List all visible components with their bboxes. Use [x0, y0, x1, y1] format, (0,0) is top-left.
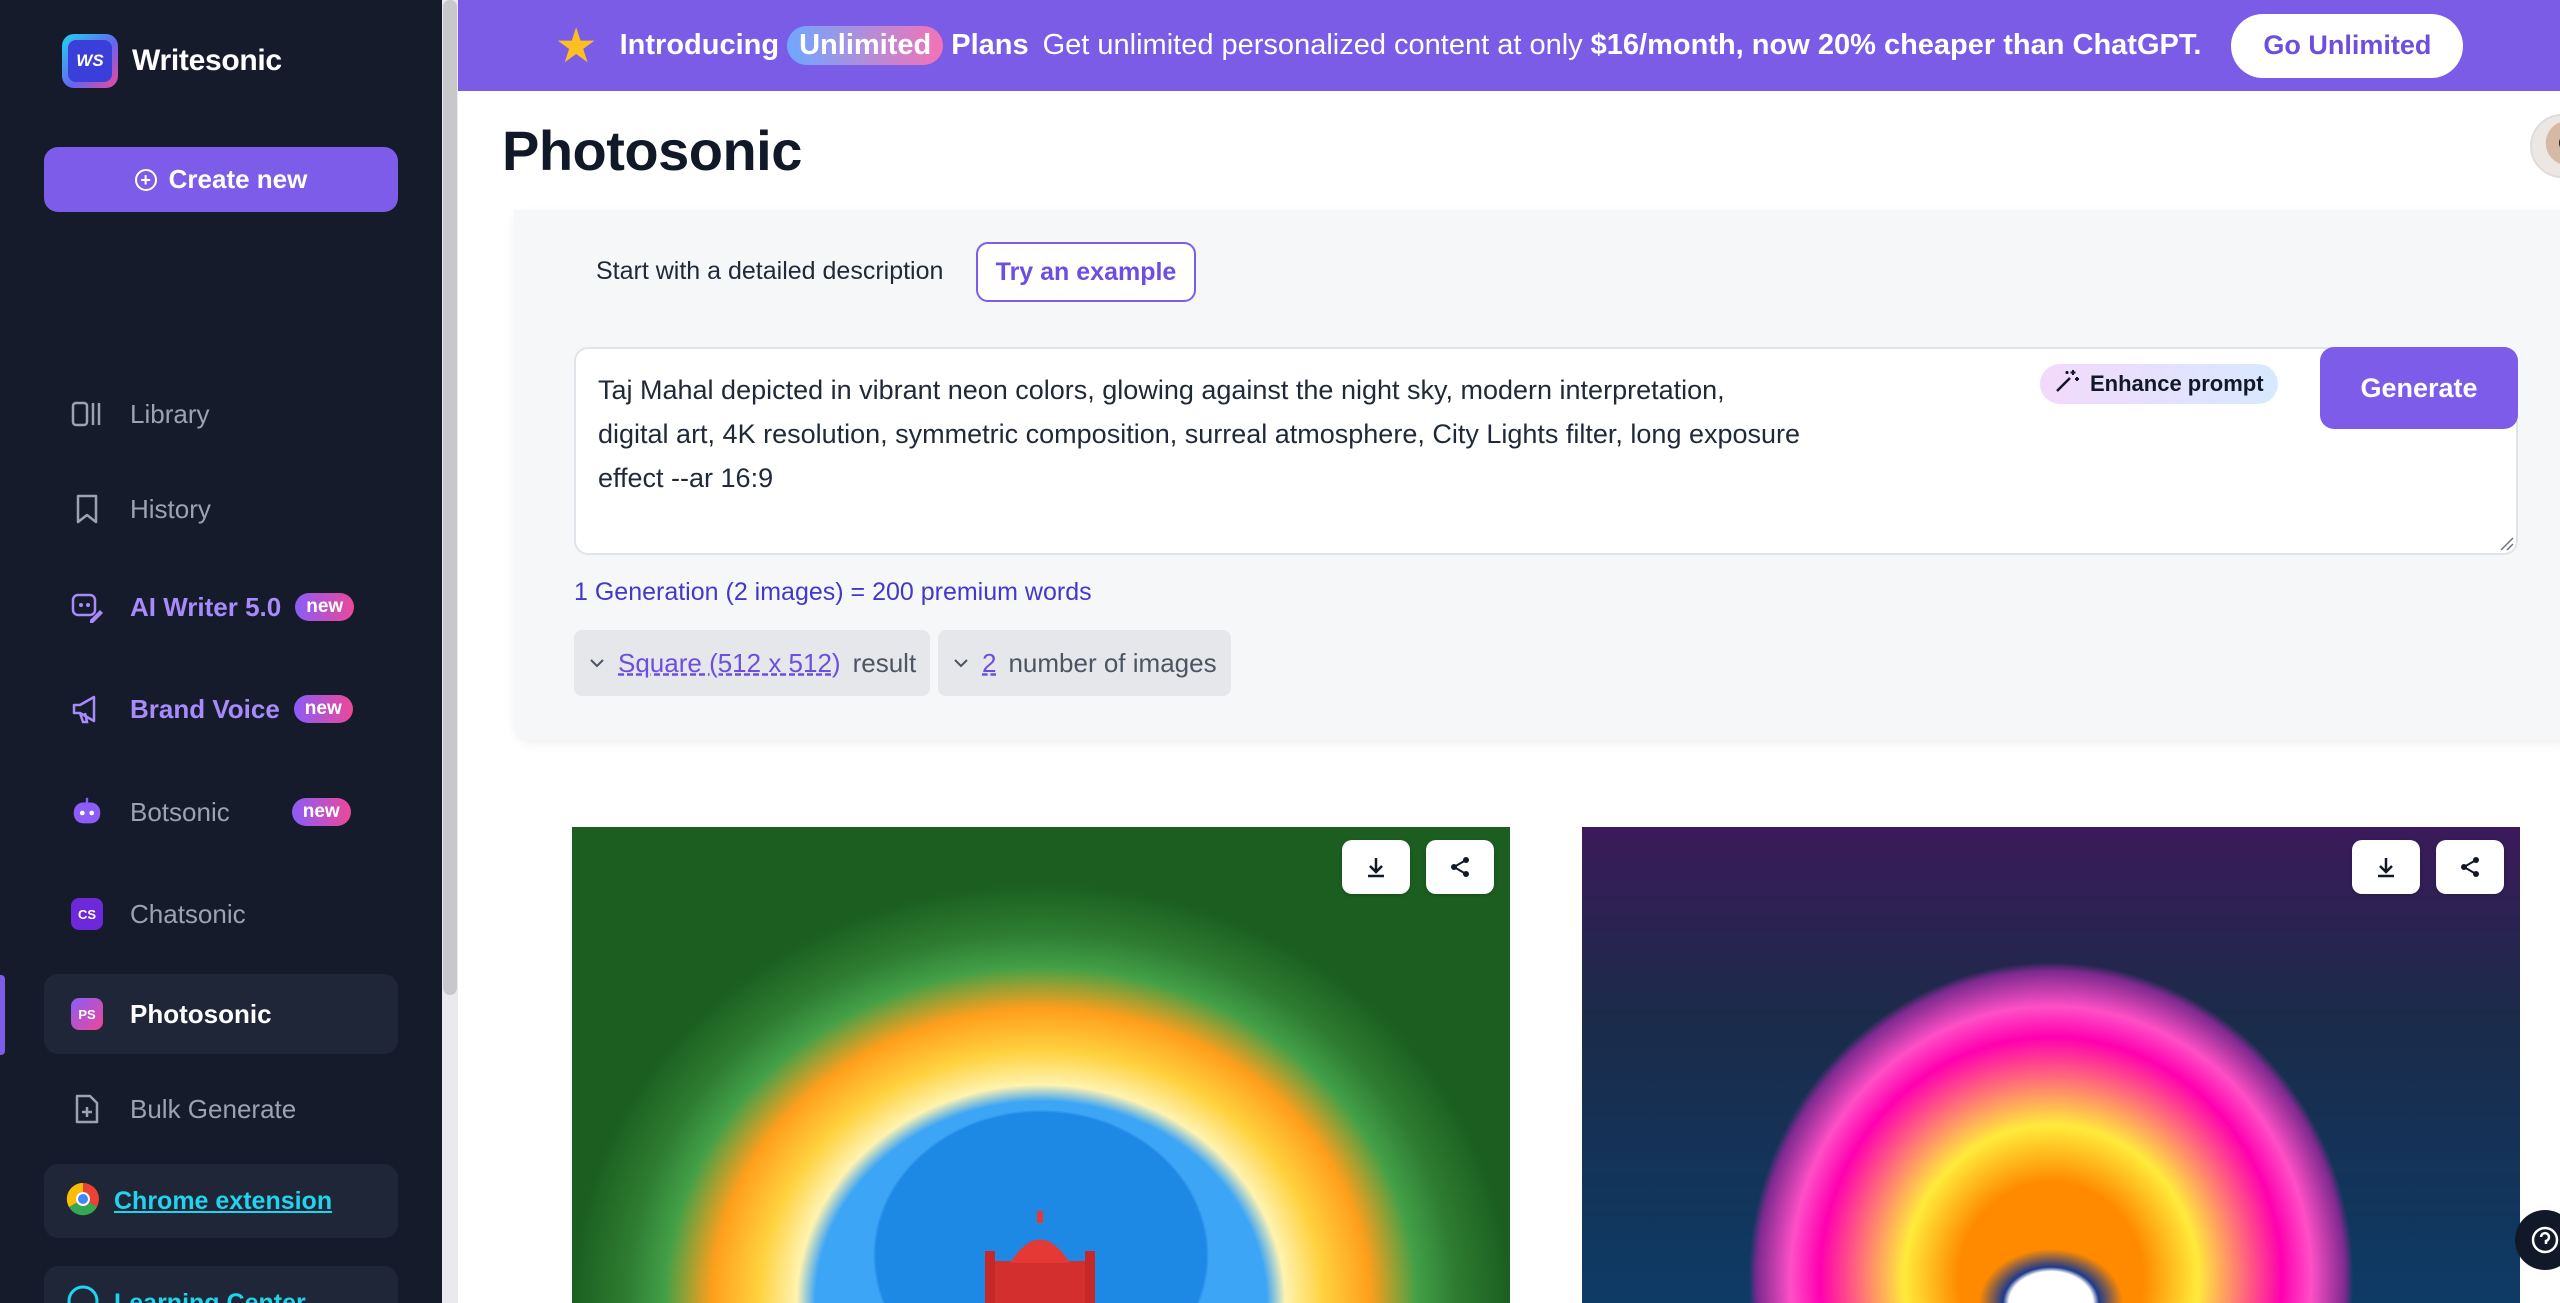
sidebar-item-history[interactable]: History — [44, 471, 398, 547]
sidebar-item-label: Chatsonic — [130, 898, 246, 929]
sidebar-item-chatsonic[interactable]: CS Chatsonic — [44, 876, 398, 952]
chatsonic-icon: CS — [70, 897, 104, 931]
download-button[interactable] — [1342, 840, 1410, 894]
share-icon — [1451, 857, 1469, 877]
megaphone-icon — [70, 692, 104, 726]
generation-cost: 1 Generation (2 images) = 200 premium wo… — [574, 578, 1092, 606]
image-count-select[interactable]: 2 number of images — [938, 630, 1231, 696]
sidebar-item-label: History — [130, 493, 211, 524]
library-icon — [70, 397, 104, 431]
share-button[interactable] — [2436, 840, 2504, 894]
photosonic-icon: PS — [70, 997, 104, 1031]
help-icon[interactable] — [2515, 1210, 2560, 1270]
star-icon: ★ — [554, 19, 598, 73]
app-logo[interactable]: WS Writesonic — [62, 34, 282, 88]
sidebar-item-botsonic[interactable]: Botsonic new — [44, 774, 398, 850]
chevron-down-icon — [954, 659, 968, 668]
download-icon — [2378, 858, 2394, 878]
bookmark-icon — [70, 492, 104, 526]
enhance-prompt-button[interactable]: Enhance prompt — [2040, 364, 2278, 404]
learning-center-card[interactable]: Learning Center — [44, 1266, 398, 1303]
avatar[interactable] — [2530, 114, 2560, 178]
learning-center-link[interactable]: Learning Center — [114, 1289, 306, 1303]
chrome-icon — [66, 1182, 100, 1221]
taj-mahal-graphic — [985, 1211, 1095, 1303]
sidebar-item-label: Botsonic — [130, 796, 230, 827]
magic-wand-icon — [2054, 368, 2080, 400]
generate-button[interactable]: Generate — [2320, 347, 2518, 429]
ai-writer-icon — [70, 590, 104, 624]
file-plus-icon — [70, 1092, 104, 1126]
resize-handle-icon[interactable] — [2498, 535, 2514, 551]
sidebar-item-label: Bulk Generate — [130, 1093, 297, 1124]
sidebar-item-label: Library — [130, 398, 210, 429]
promo-banner: ★ Introducing Unlimited Plans Get unlimi… — [458, 0, 2560, 91]
start-label: Start with a detailed description — [596, 257, 944, 285]
chrome-extension-link[interactable]: Chrome extension — [114, 1187, 332, 1216]
download-button[interactable] — [2352, 840, 2420, 894]
share-button[interactable] — [1426, 840, 1494, 894]
image-size-value[interactable]: Square (512 x 512) — [618, 648, 841, 679]
download-icon — [1368, 858, 1384, 878]
sidebar-item-brand-voice[interactable]: Brand Voice new — [44, 671, 398, 747]
app-name: Writesonic — [132, 44, 282, 77]
generated-image-1[interactable] — [572, 827, 1510, 1303]
prompt-text[interactable]: Taj Mahal depicted in vibrant neon color… — [598, 368, 1898, 500]
image-count-value[interactable]: 2 — [982, 648, 996, 679]
plus-circle-icon: + — [134, 168, 157, 191]
new-badge: new — [291, 798, 351, 826]
sidebar-item-photosonic[interactable]: PS Photosonic — [44, 974, 398, 1054]
image-size-select[interactable]: Square (512 x 512) result — [574, 630, 931, 696]
sidebar-item-label: AI Writer 5.0 — [130, 591, 282, 622]
sidebar-item-bulk-generate[interactable]: Bulk Generate — [44, 1071, 398, 1147]
chrome-extension-card[interactable]: Chrome extension — [44, 1164, 398, 1238]
sidebar-item-library[interactable]: Library — [44, 376, 398, 452]
bot-icon — [70, 795, 104, 829]
writesonic-logo-icon: WS — [62, 34, 118, 88]
create-new-button[interactable]: + Create new — [44, 147, 398, 212]
chevron-down-icon — [590, 659, 604, 668]
sidebar-scrollbar-thumb[interactable] — [443, 0, 457, 995]
active-indicator — [0, 975, 5, 1055]
unlimited-pill: Unlimited — [787, 26, 944, 65]
sidebar-item-ai-writer[interactable]: AI Writer 5.0 new — [44, 569, 398, 645]
new-badge: new — [295, 593, 355, 621]
page-title: Photosonic — [502, 119, 802, 182]
share-icon — [2461, 857, 2479, 877]
generated-image-2[interactable] — [1582, 827, 2520, 1303]
sidebar-item-label: Photosonic — [130, 998, 272, 1029]
new-badge: new — [293, 695, 353, 723]
learning-center-icon — [66, 1284, 100, 1303]
sidebar: WS Writesonic + Create new Library Histo… — [0, 0, 442, 1303]
sidebar-item-label: Brand Voice — [130, 693, 280, 724]
go-unlimited-button[interactable]: Go Unlimited — [2231, 13, 2464, 78]
try-example-button[interactable]: Try an example — [976, 242, 1196, 302]
image-2-actions — [2352, 840, 2504, 894]
image-1-actions — [1342, 840, 1494, 894]
